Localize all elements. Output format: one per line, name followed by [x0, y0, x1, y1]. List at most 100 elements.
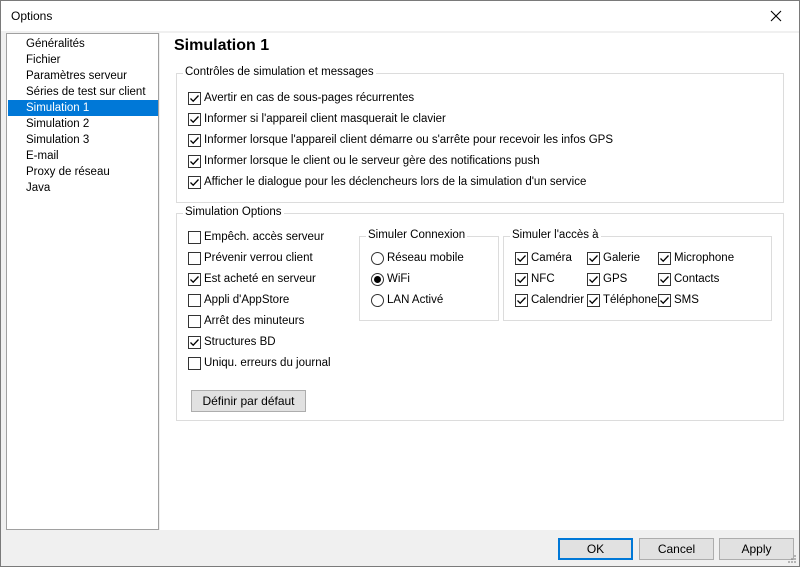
sidebar-item-email[interactable]: E-mail	[8, 148, 158, 164]
connexion-group-label: Simuler Connexion	[366, 229, 468, 241]
checkbox-prevent-client-lock[interactable]: Prévenir verrou client	[188, 250, 313, 266]
checkbox-keyboard-hidden[interactable]: Informer si l'appareil client masquerait…	[188, 111, 446, 127]
checkbox-label: Arrêt des minuteurs	[204, 315, 305, 327]
radio-wifi[interactable]: WiFi	[371, 271, 410, 287]
sidebar-item-series-de-test[interactable]: Séries de test sur client	[8, 84, 158, 100]
checkmark-icon	[660, 296, 669, 304]
checkbox-box[interactable]	[188, 154, 201, 168]
sidebar-item-java[interactable]: Java	[8, 180, 158, 196]
checkbox-label: Structures BD	[204, 336, 276, 348]
checkbox-recurrent-subpages[interactable]: Avertir en cas de sous-pages récurrentes	[188, 90, 414, 106]
checkbox-box[interactable]	[188, 272, 201, 286]
checkbox-box[interactable]	[188, 91, 201, 105]
checkbox-push-notifications[interactable]: Informer lorsque le client ou le serveur…	[188, 153, 540, 169]
checkbox-stop-timers[interactable]: Arrêt des minuteurs	[188, 313, 304, 329]
radio-circle[interactable]	[371, 251, 384, 265]
sidebar-item-fichier[interactable]: Fichier	[8, 52, 158, 68]
checkbox-label: GPS	[603, 273, 628, 285]
close-icon	[770, 10, 782, 22]
window-title: Options	[11, 9, 53, 23]
sidebar-item-proxy[interactable]: Proxy de réseau	[8, 164, 158, 180]
dialog-button-bar: OK Cancel Apply	[1, 532, 799, 566]
checkbox-phone[interactable]: Téléphone	[587, 292, 657, 308]
checkbox-box[interactable]	[188, 314, 201, 328]
checkbox-box[interactable]	[188, 293, 201, 307]
radio-circle[interactable]	[371, 272, 384, 286]
access-group-label: Simuler l'accès à	[510, 229, 601, 241]
checkbox-microphone[interactable]: Microphone	[658, 250, 734, 266]
sidebar-item-generalites[interactable]: Généralités	[8, 36, 158, 52]
checkbox-contacts[interactable]: Contacts	[658, 271, 719, 287]
checkbox-gps[interactable]: GPS	[587, 271, 627, 287]
checkbox-purchased-on-server[interactable]: Est acheté en serveur	[188, 271, 316, 287]
page-title: Simulation 1	[174, 37, 270, 54]
checkbox-box[interactable]	[658, 293, 671, 307]
checkbox-trigger-dialog[interactable]: Afficher le dialogue pour les déclencheu…	[188, 174, 586, 190]
checkbox-box[interactable]	[188, 230, 201, 244]
checkbox-box[interactable]	[587, 293, 600, 307]
radio-label: Réseau mobile	[387, 252, 464, 264]
ok-button[interactable]: OK	[558, 538, 633, 560]
checkbox-box[interactable]	[188, 335, 201, 349]
checkmark-icon	[589, 296, 598, 304]
sidebar-item-simulation-2[interactable]: Simulation 2	[8, 116, 158, 132]
checkbox-box[interactable]	[188, 175, 201, 189]
radio-mobile-network[interactable]: Réseau mobile	[371, 250, 464, 266]
checkbox-nfc[interactable]: NFC	[515, 271, 555, 287]
radio-lan[interactable]: LAN Activé	[371, 292, 443, 308]
checkmark-icon	[589, 275, 598, 283]
checkbox-box[interactable]	[515, 272, 528, 286]
checkbox-box[interactable]	[658, 272, 671, 286]
checkbox-appstore-app[interactable]: Appli d'AppStore	[188, 292, 289, 308]
resize-grip-icon[interactable]	[787, 554, 797, 564]
checkbox-camera[interactable]: Caméra	[515, 250, 572, 266]
options-dialog: Options Généralités Fichier Paramètres s…	[0, 0, 800, 567]
checkmark-icon	[190, 136, 199, 144]
checkbox-box[interactable]	[188, 251, 201, 265]
checkbox-label: Informer si l'appareil client masquerait…	[204, 113, 446, 125]
checkbox-box[interactable]	[658, 251, 671, 265]
connexion-group: Simuler Connexion Réseau mobile WiFi LAN…	[359, 229, 499, 321]
checkmark-icon	[517, 296, 526, 304]
close-button[interactable]	[753, 1, 799, 31]
access-group: Simuler l'accès à Caméra Galerie Microph…	[503, 229, 772, 321]
checkbox-block-server-access[interactable]: Empêch. accès serveur	[188, 229, 324, 245]
checkmark-icon	[190, 157, 199, 165]
checkmark-icon	[190, 275, 199, 283]
checkmark-icon	[190, 115, 199, 123]
checkmark-icon	[517, 275, 526, 283]
sidebar-item-simulation-1[interactable]: Simulation 1	[8, 100, 158, 116]
controls-group-label: Contrôles de simulation et messages	[183, 66, 376, 78]
checkbox-label: Avertir en cas de sous-pages récurrentes	[204, 92, 415, 104]
set-default-button[interactable]: Définir par défaut	[191, 390, 306, 412]
checkbox-label: Contacts	[674, 273, 720, 285]
radio-label: WiFi	[387, 273, 410, 285]
checkbox-label: Informer lorsque l'appareil client démar…	[204, 134, 613, 146]
checkbox-box[interactable]	[188, 356, 201, 370]
checkbox-label: Appli d'AppStore	[204, 294, 290, 306]
checkmark-icon	[660, 254, 669, 262]
checkbox-label: Galerie	[603, 252, 641, 264]
checkbox-gallery[interactable]: Galerie	[587, 250, 640, 266]
checkbox-label: Afficher le dialogue pour les déclencheu…	[204, 176, 587, 188]
checkbox-calendar[interactable]: Calendrier	[515, 292, 584, 308]
checkbox-box[interactable]	[188, 133, 201, 147]
checkbox-box[interactable]	[515, 251, 528, 265]
radio-circle[interactable]	[371, 293, 384, 307]
checkbox-sms[interactable]: SMS	[658, 292, 699, 308]
cancel-button[interactable]: Cancel	[639, 538, 714, 560]
sidebar-item-parametres-serveur[interactable]: Paramètres serveur	[8, 68, 158, 84]
category-list: Généralités Fichier Paramètres serveur S…	[6, 33, 159, 530]
checkbox-box[interactable]	[587, 251, 600, 265]
checkbox-box[interactable]	[188, 112, 201, 126]
apply-button[interactable]: Apply	[719, 538, 794, 560]
sidebar-item-simulation-3[interactable]: Simulation 3	[8, 132, 158, 148]
radio-dot	[374, 275, 381, 283]
checkbox-db-structures[interactable]: Structures BD	[188, 334, 276, 350]
checkbox-box[interactable]	[515, 293, 528, 307]
checkbox-log-errors-only[interactable]: Uniqu. erreurs du journal	[188, 355, 331, 371]
checkbox-gps-info[interactable]: Informer lorsque l'appareil client démar…	[188, 132, 613, 148]
checkbox-box[interactable]	[587, 272, 600, 286]
title-bar: Options	[1, 1, 799, 31]
radio-label: LAN Activé	[387, 294, 444, 306]
